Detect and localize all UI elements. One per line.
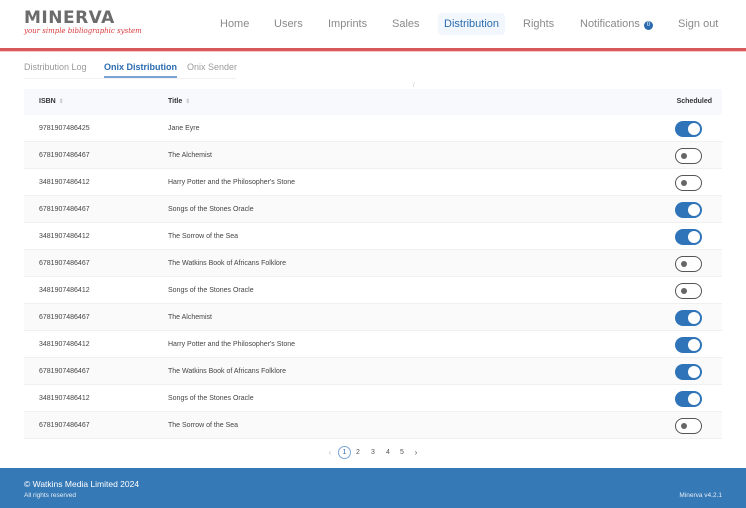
table-row: 3481907486412 The Sorrow of the Sea (24, 223, 722, 250)
toggle-knob (688, 339, 700, 351)
table-row: 6781907486467 The Alchemist (24, 142, 722, 169)
title-cell: The Watkins Book of Africans Folklore (168, 368, 287, 375)
footer-version: Minerva v4.2.1 (679, 492, 722, 499)
isbn-cell: 6781907486467 (39, 368, 90, 375)
table-row: 6781907486467 The Alchemist (24, 304, 722, 331)
nav-rights[interactable]: Rights (517, 13, 560, 35)
sort-icon: ⇕ (58, 99, 64, 105)
scheduled-toggle[interactable] (675, 202, 702, 218)
scheduled-toggle[interactable] (675, 364, 702, 380)
scheduled-toggle[interactable] (675, 229, 702, 245)
title-cell: Harry Potter and the Philosopher's Stone (168, 179, 296, 186)
notification-count-badge: 0 (643, 21, 653, 30)
title-cell: Songs of the Stones Oracle (168, 287, 254, 294)
scheduled-toggle[interactable] (675, 175, 702, 191)
nav-notifications[interactable]: Notifications 0 (574, 13, 659, 35)
isbn-cell: 9781907486425 (39, 125, 90, 132)
table-header: ISBN ⇕ Title ⇕ Scheduled (24, 89, 722, 115)
nav-sales[interactable]: Sales (386, 13, 426, 35)
column-header-title[interactable]: Title ⇕ (168, 89, 190, 115)
title-cell: The Alchemist (168, 314, 212, 321)
title-cell: Harry Potter and the Philosopher's Stone (168, 341, 296, 348)
isbn-cell: 3481907486412 (39, 341, 90, 348)
column-header-scheduled: Scheduled (676, 98, 712, 105)
table-row: 6781907486467 The Sorrow of the Sea (24, 412, 722, 439)
header-divider-shadow (0, 51, 746, 52)
sort-icon: ⇕ (185, 99, 191, 105)
table-body: 9781907486425 Jane Eyre 6781907486467 The A… (24, 115, 722, 439)
nav-distribution[interactable]: Distribution (438, 13, 506, 35)
page-3-button[interactable]: 3 (367, 446, 379, 460)
isbn-cell: 6781907486467 (39, 152, 90, 159)
toggle-knob (681, 423, 687, 429)
footer: © Watkins Media Limited 2024 All rights … (0, 468, 746, 508)
tab-distribution-log[interactable]: Distribution Log (24, 58, 87, 78)
toggle-knob (681, 261, 687, 267)
scheduled-toggle[interactable] (675, 283, 702, 299)
isbn-cell: 6781907486467 (39, 314, 90, 321)
title-cell: The Sorrow of the Sea (168, 422, 239, 429)
scheduled-toggle[interactable] (675, 418, 702, 434)
page-5-button[interactable]: 5 (396, 446, 408, 460)
toggle-knob (688, 366, 700, 378)
app-header: MINERVA your simple bibliographic system… (0, 0, 746, 48)
nav-sign-out[interactable]: Sign out (672, 13, 724, 35)
title-cell: Songs of the Stones Oracle (168, 395, 254, 402)
scheduled-toggle[interactable] (675, 121, 702, 137)
onix-distribution-table: ISBN ⇕ Title ⇕ Scheduled 9781907486425 Jane… (24, 89, 722, 439)
main-nav: Home Users Imprints Sales Distribution R… (0, 13, 746, 35)
scheduled-toggle[interactable] (675, 391, 702, 407)
next-page-button[interactable]: › (410, 446, 422, 460)
isbn-cell: 6781907486467 (39, 206, 90, 213)
table-row: 3481907486412 Songs of the Stones Oracle (24, 385, 722, 412)
isbn-cell: 3481907486412 (39, 233, 90, 240)
scheduled-toggle[interactable] (675, 337, 702, 353)
toggle-knob (688, 123, 700, 135)
column-header-title-label: Title (168, 98, 183, 105)
isbn-cell: 3481907486412 (39, 395, 90, 402)
footer-copyright: © Watkins Media Limited 2024 (24, 479, 140, 489)
isbn-cell: 3481907486412 (39, 287, 90, 294)
page-2-button[interactable]: 2 (352, 446, 364, 460)
nav-imprints[interactable]: Imprints (322, 13, 373, 35)
page-1-button[interactable]: 1 (338, 446, 351, 459)
table-row: 3481907486412 Harry Potter and the Philos… (24, 169, 722, 196)
column-header-isbn[interactable]: ISBN ⇕ (39, 89, 64, 115)
toggle-knob (688, 204, 700, 216)
nav-home[interactable]: Home (214, 13, 255, 35)
toggle-knob (681, 288, 687, 294)
table-row: 3481907486412 Harry Potter and the Philos… (24, 331, 722, 358)
isbn-cell: 6781907486467 (39, 422, 90, 429)
scheduled-toggle[interactable] (675, 148, 702, 164)
title-cell: Songs of the Stones Oracle (168, 206, 254, 213)
toggle-knob (688, 312, 700, 324)
toggle-knob (681, 153, 687, 159)
scheduled-toggle[interactable] (675, 256, 702, 272)
title-cell: The Sorrow of the Sea (168, 233, 239, 240)
isbn-cell: 3481907486412 (39, 179, 90, 186)
pagination: ‹ 1 2 3 4 5 › (324, 446, 434, 460)
sub-tabs-divider (24, 78, 236, 79)
isbn-cell: 6781907486467 (39, 260, 90, 267)
table-row: 6781907486467 The Watkins Book of African… (24, 250, 722, 277)
title-cell: The Alchemist (168, 152, 212, 159)
column-header-isbn-label: ISBN (39, 98, 56, 105)
toggle-knob (688, 393, 700, 405)
table-row: 3481907486412 Songs of the Stones Oracle (24, 277, 722, 304)
prev-page-button[interactable]: ‹ (324, 446, 336, 460)
table-row: 6781907486467 The Watkins Book of African… (24, 358, 722, 385)
toggle-knob (681, 180, 687, 186)
tab-onix-sender[interactable]: Onix Sender (187, 58, 237, 78)
table-row: 9781907486425 Jane Eyre (24, 115, 722, 142)
nav-notifications-label: Notifications (580, 18, 640, 30)
table-row: 6781907486467 Songs of the Stones Oracle (24, 196, 722, 223)
scheduled-toggle[interactable] (675, 310, 702, 326)
tab-onix-distribution[interactable]: Onix Distribution (104, 58, 177, 78)
title-cell: The Watkins Book of Africans Folklore (168, 260, 287, 267)
footer-rights: All rights reserved (24, 492, 77, 499)
page-4-button[interactable]: 4 (382, 446, 394, 460)
toggle-knob (688, 231, 700, 243)
title-cell: Jane Eyre (168, 125, 200, 132)
nav-users[interactable]: Users (268, 13, 309, 35)
